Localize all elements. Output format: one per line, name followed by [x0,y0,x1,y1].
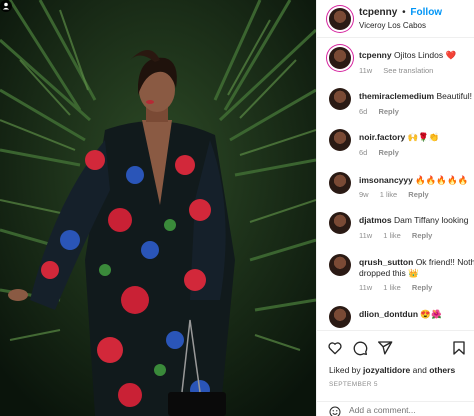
caption-username[interactable]: tcpenny [359,50,392,60]
post-header: tcpenny • Follow Viceroy Los Cabos [317,0,474,38]
liked-by-prefix: Liked by [329,365,361,375]
bookmark-icon[interactable] [451,340,467,356]
heart-icon[interactable] [327,340,343,356]
comment-username[interactable]: noir.factory [359,132,405,142]
avatar[interactable] [329,129,351,151]
comment-likes[interactable]: 1 like [380,190,398,199]
photo-illustration [0,0,316,416]
avatar[interactable] [329,172,351,194]
comment-meta: 6d Reply [359,107,408,116]
comment-text: djatmos Dam Tiffany looking [359,215,468,226]
comment-body: Beautiful! [436,91,472,101]
comment-time[interactable]: 6d [359,148,367,157]
location-link[interactable]: Viceroy Los Cabos [359,21,426,30]
comment-body: Dam Tiffany looking [393,215,469,225]
add-comment-bar [317,401,474,416]
comment-meta: 11w 1 like Reply [359,283,441,292]
list-item: noir.factory 🙌🌹👏 6d Reply [317,129,474,169]
comment-text: themiraclemedium Beautiful! [359,91,472,102]
comment-time[interactable]: 6d [359,107,367,116]
header-username[interactable]: tcpenny [359,7,397,18]
comment-text: noir.factory 🙌🌹👏 [359,132,439,143]
see-translation-link[interactable]: See translation [383,66,433,75]
likes-summary: Liked by jozyaltidore and others [329,365,455,375]
liked-by-others[interactable]: others [429,365,455,375]
avatar[interactable] [329,254,351,276]
header-username-row: tcpenny • Follow [359,7,442,18]
list-item: themiraclemedium Beautiful! 6d Reply [317,88,474,128]
comment-meta: 11w 1 like Reply [359,231,441,240]
comment-username[interactable]: dlion_dontdun [359,309,418,319]
comment-username[interactable]: themiraclemedium [359,91,434,101]
post-photo[interactable] [0,0,316,416]
list-item: qrush_sutton Ok friend!! Nothing dropped… [317,254,474,300]
comment-meta: 9w 1 like Reply [359,190,438,199]
comment-body: 🔥🔥🔥🔥🔥 [415,175,469,185]
comment-text: dlion_dontdun 😍🌺 [359,309,442,320]
caption-time[interactable]: 11w [359,66,372,75]
avatar[interactable] [329,212,351,234]
comment-likes[interactable]: 1 like [383,283,401,292]
list-item: djatmos Dam Tiffany looking 11w 1 like R… [317,212,474,252]
comment-time[interactable]: 11w [359,231,372,240]
comment-likes[interactable]: 1 like [383,231,401,240]
reply-button[interactable]: Reply [412,231,432,240]
avatar[interactable] [329,306,351,328]
liked-by-joiner: and [412,365,427,375]
comment-text: qrush_sutton Ok friend!! Nothing dropped… [359,257,474,279]
share-icon[interactable] [377,340,393,356]
reply-button[interactable]: Reply [378,107,398,116]
comment-username[interactable]: imsonancyyy [359,175,413,185]
separator-dot: • [402,7,406,18]
user-tag-icon[interactable] [0,0,12,12]
comment-username[interactable]: djatmos [359,215,392,225]
avatar[interactable] [329,88,351,110]
comment-time[interactable]: 11w [359,283,372,292]
action-bar: Liked by jozyaltidore and others SEPTEMB… [317,330,474,416]
comment-text: imsonancyyy 🔥🔥🔥🔥🔥 [359,175,468,186]
caption-meta: 11w See translation [359,66,442,75]
post-date[interactable]: SEPTEMBER 5 [329,381,378,388]
list-item: imsonancyyy 🔥🔥🔥🔥🔥 9w 1 like Reply [317,172,474,212]
avatar[interactable] [329,8,351,30]
comment-icon[interactable] [352,340,368,356]
emoji-icon[interactable] [329,406,341,416]
comment-body: 🙌🌹👏 [407,132,440,142]
comment-username[interactable]: qrush_sutton [359,257,413,267]
follow-button[interactable]: Follow [410,7,442,18]
caption-text: tcpenny Ojitos Lindos ❤️ [359,50,456,61]
caption: tcpenny Ojitos Lindos ❤️ 11w See transla… [317,47,474,87]
reply-button[interactable]: Reply [412,283,432,292]
reply-button[interactable]: Reply [378,148,398,157]
reply-button[interactable]: Reply [408,190,428,199]
liked-by-user[interactable]: jozyaltidore [363,365,410,375]
caption-body: Ojitos Lindos ❤️ [393,50,457,60]
comment-meta: 6d Reply [359,148,408,157]
comment-time[interactable]: 9w [359,190,369,199]
comment-input[interactable] [349,405,469,415]
avatar[interactable] [329,47,351,69]
comments-panel: tcpenny • Follow Viceroy Los Cabos tcpen… [316,0,474,416]
comment-body: 😍🌺 [420,309,442,319]
